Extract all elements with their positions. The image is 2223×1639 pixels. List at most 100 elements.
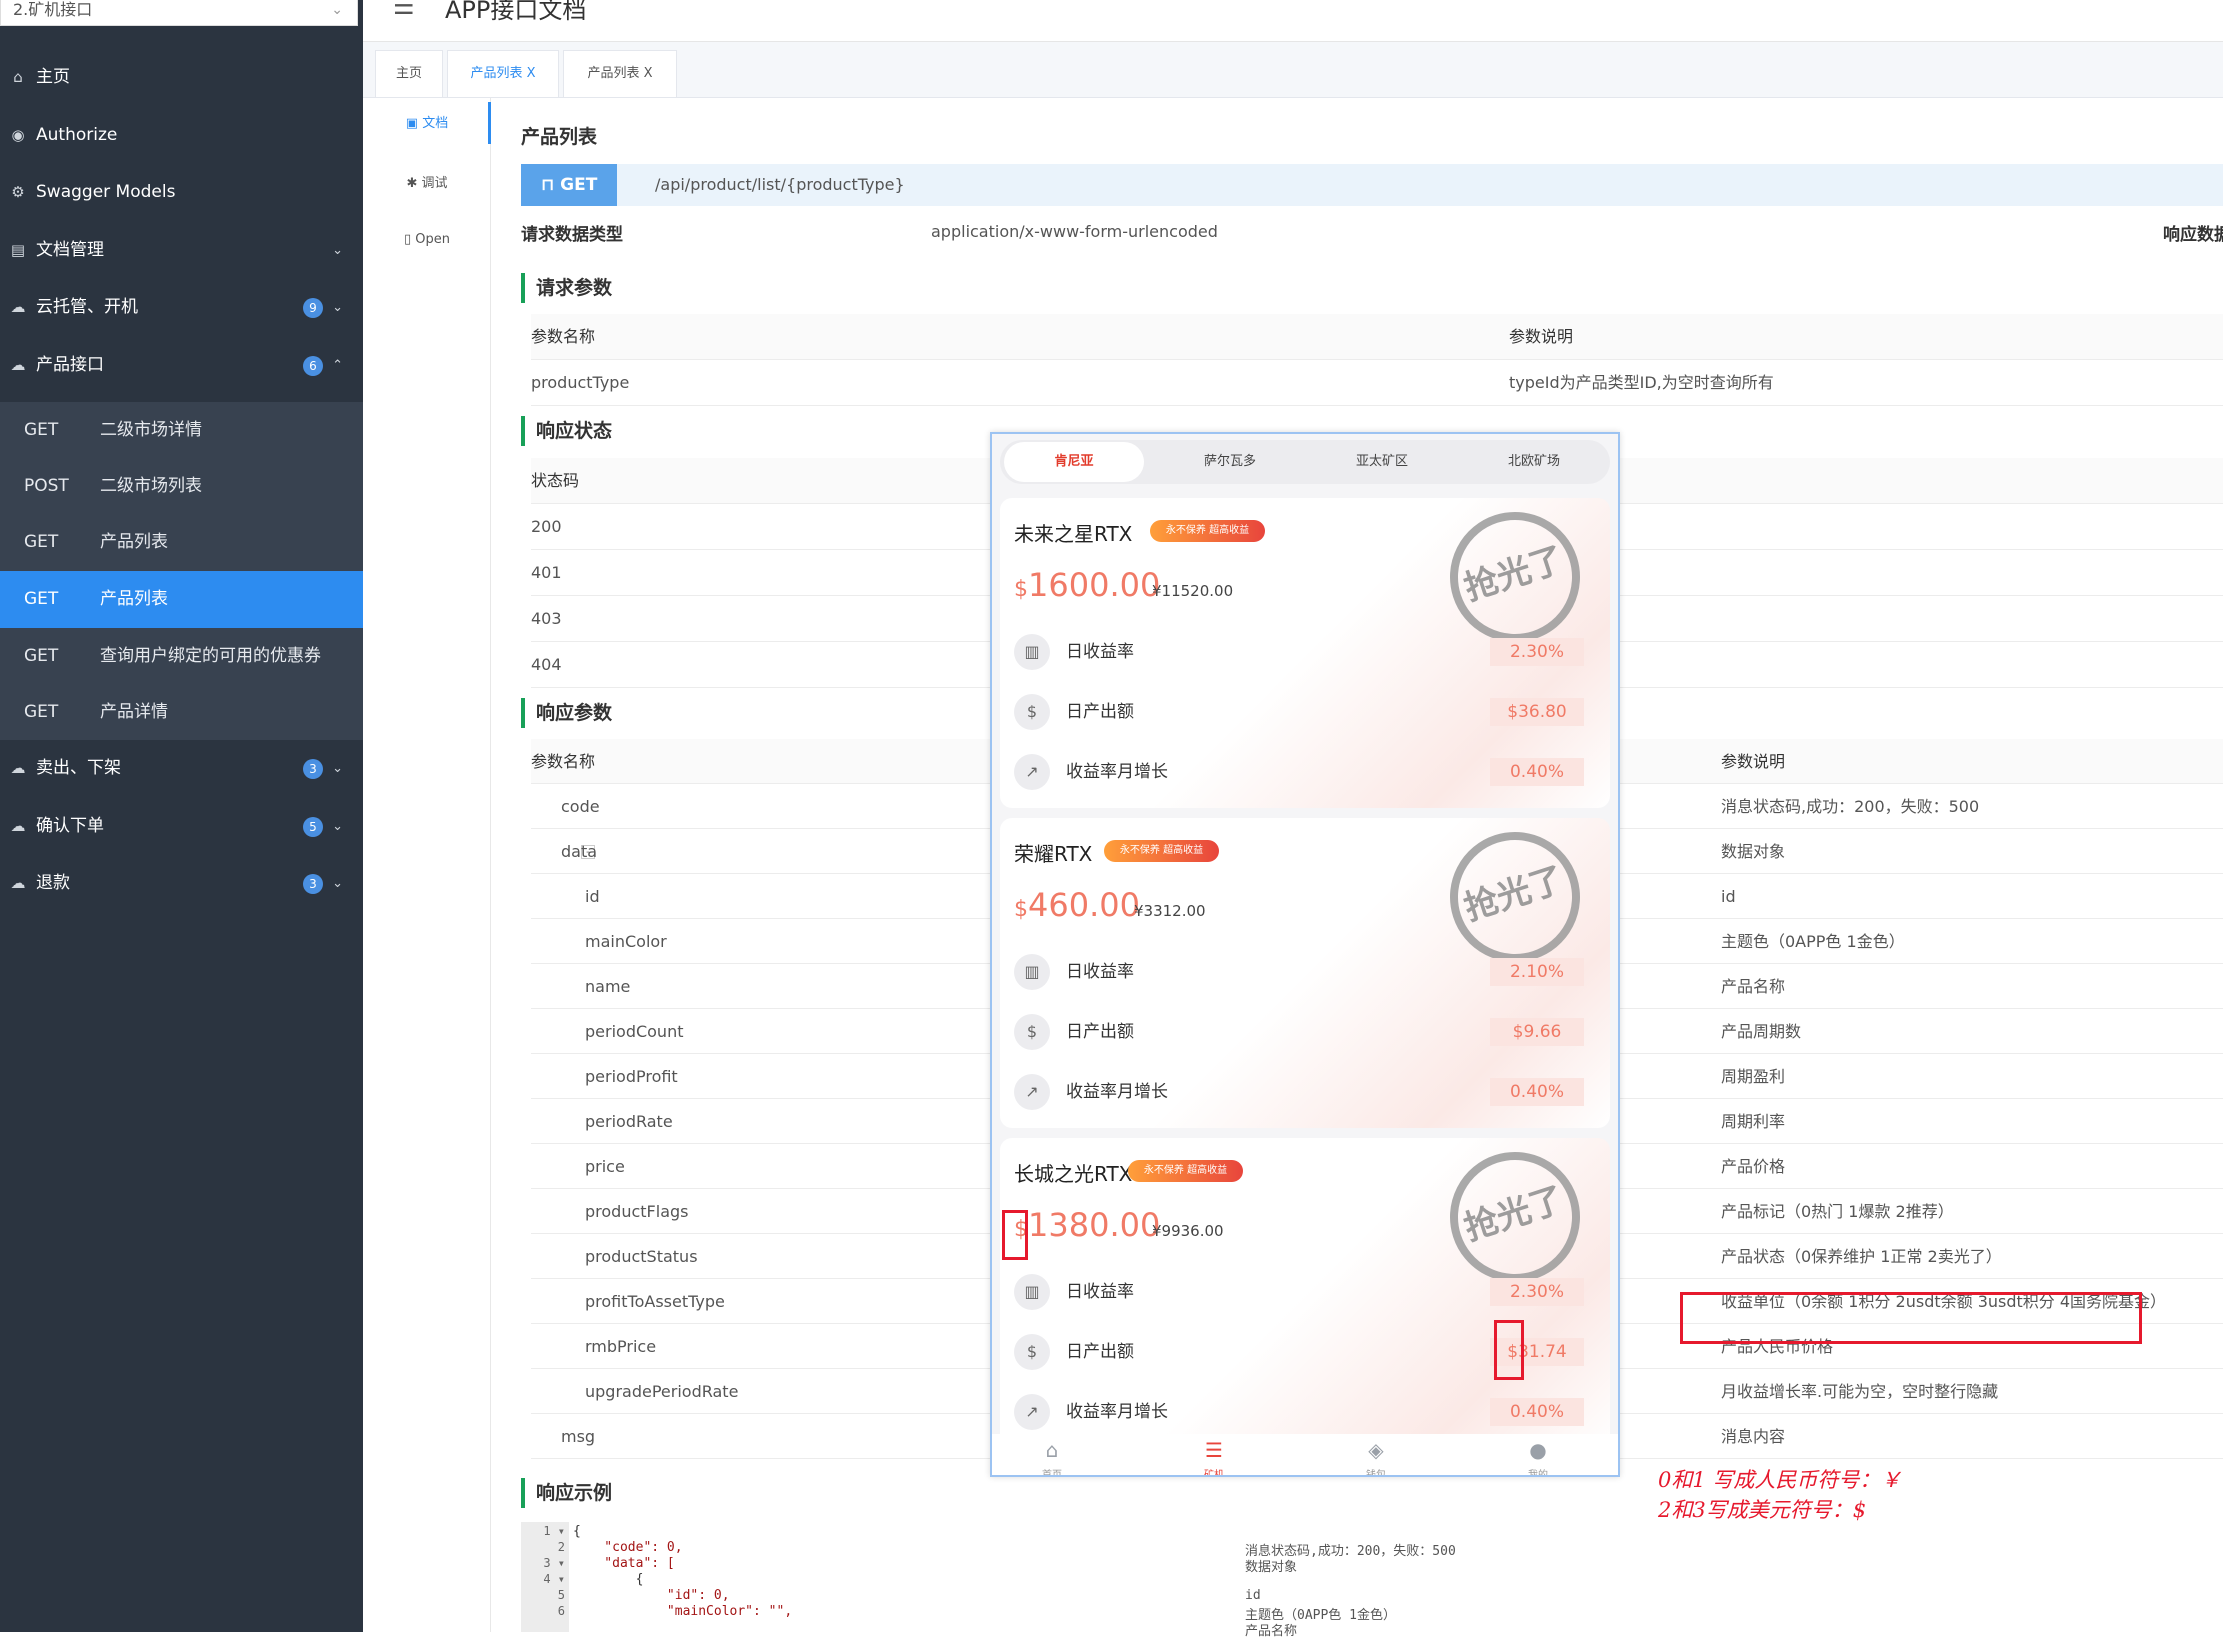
wallet-icon[interactable]: ◈ xyxy=(1364,1438,1388,1464)
stat-label: 日产出额 xyxy=(1066,1342,1134,1362)
sidebar-item-label: 卖出、下架 xyxy=(36,758,121,778)
sidebar-item-cloud-hosting[interactable]: ☁ 云托管、开机 9 ⌄ xyxy=(0,279,363,336)
region-tab[interactable]: 北欧矿场 xyxy=(1464,440,1604,484)
cloud-icon: ☁ xyxy=(10,298,26,316)
product-card[interactable]: 荣耀RTX 永不保养 超高收益 $460.00 ¥3312.00 抢光了 ▥ 日收… xyxy=(1000,815,1610,1128)
status-code: 404 xyxy=(531,655,562,674)
line-number: 5 xyxy=(557,1588,565,1602)
sidebar-item-confirm-order[interactable]: ☁ 确认下单 5 ⌄ xyxy=(0,798,363,855)
doc-side-nav: ▣ 文档 ✱ 调试 ▯ Open xyxy=(363,98,491,1632)
sidebar-item-label: 文档管理 xyxy=(36,240,104,260)
region-tab[interactable]: 萨尔瓦多 xyxy=(1160,440,1300,484)
sidebar-subitem[interactable]: POST 二级市场列表 xyxy=(0,458,363,515)
product-tag: 永不保养 超高收益 xyxy=(1150,520,1265,542)
docnav-open[interactable]: ▯ Open xyxy=(363,232,491,247)
tab-home[interactable]: 主页 xyxy=(375,50,443,98)
param-desc: 产品周期数 xyxy=(1721,1022,1802,1041)
col-header: 状态码 xyxy=(531,471,580,490)
product-card[interactable]: 未来之星RTX 永不保养 超高收益 $1600.00 ¥11520.00 抢光了… xyxy=(1000,495,1610,808)
chevron-down-icon: ⌄ xyxy=(332,876,343,891)
currency-symbol: $ xyxy=(1014,897,1028,922)
sidebar-item-product-api[interactable]: ☁ 产品接口 6 ⌃ xyxy=(0,337,363,394)
http-method: GET xyxy=(24,420,59,440)
close-icon[interactable]: X xyxy=(527,66,536,81)
sidebar-item-label: 确认下单 xyxy=(36,816,104,836)
param-desc: 产品状态（0保养维护 1正常 2卖光了） xyxy=(1721,1247,2002,1266)
sidebar-subitem-label: 产品列表 xyxy=(100,532,168,552)
count-badge: 3 xyxy=(303,874,323,894)
top-header: ☰ APP接口文档 xyxy=(363,0,2223,42)
document-icon: ▤ xyxy=(10,241,26,259)
col-header: 参数说明 xyxy=(1509,327,1574,346)
stat-row: ▥ 日收益率 2.30% xyxy=(1014,628,1598,678)
annotation-box-profit-type xyxy=(1680,1292,2142,1344)
nav-label: 钱包 xyxy=(1366,1470,1386,1477)
param-name: data xyxy=(561,842,598,861)
product-card[interactable]: 长城之光RTX 永不保养 超高收益 $1380.00 ¥9936.00 抢光了 … xyxy=(1000,1135,1610,1448)
menu-icon[interactable]: ☰ xyxy=(393,0,415,20)
stat-value: 2.30% xyxy=(1490,1278,1584,1306)
docnav-debug[interactable]: ✱ 调试 xyxy=(363,172,491,191)
sidebar-subitem[interactable]: GET 产品详情 xyxy=(0,684,363,741)
docnav-label: 调试 xyxy=(421,176,448,191)
rmb-price: ¥9936.00 xyxy=(1152,1222,1224,1240)
param-name: periodCount xyxy=(585,1022,684,1041)
page-title: APP接口文档 xyxy=(445,0,587,24)
stat-row: $ 日产出额 $9.66 xyxy=(1014,1008,1598,1058)
stat-label: 收益率月增长 xyxy=(1066,1402,1168,1422)
sidebar-subitem-label: 产品列表 xyxy=(100,589,168,609)
line-number: 4 ▾ xyxy=(543,1572,565,1586)
sidebar-item-label: 主页 xyxy=(36,67,70,87)
code-line: { xyxy=(573,1572,644,1587)
param-desc: 产品名称 xyxy=(1721,977,1786,996)
method-button[interactable]: ⊓ GET xyxy=(521,164,617,206)
param-desc: typeId为产品类型ID,为空时查询所有 xyxy=(1509,373,1774,392)
docnav-doc[interactable]: ▣ 文档 xyxy=(363,112,491,131)
stat-row: ↗ 收益率月增长 0.40% xyxy=(1014,1068,1598,1118)
docnav-label: 文档 xyxy=(422,116,449,131)
sidebar-subitem[interactable]: GET 查询用户绑定的可用的优惠券 xyxy=(0,628,363,685)
sidebar-item-refund[interactable]: ☁ 退款 3 ⌄ xyxy=(0,855,363,912)
tab-product-list[interactable]: 产品列表 X xyxy=(447,50,559,98)
param-name: productType xyxy=(531,373,630,392)
sidebar-subitem[interactable]: GET 二级市场详情 xyxy=(0,402,363,459)
region-tab-active[interactable]: 肯尼亚 xyxy=(1004,442,1144,482)
rmb-price: ¥11520.00 xyxy=(1152,582,1234,600)
stat-row: ↗ 收益率月增长 0.40% xyxy=(1014,1388,1598,1438)
price-value: 460.00 xyxy=(1028,886,1140,924)
region-tab[interactable]: 亚太矿区 xyxy=(1312,440,1452,484)
project-select-value: 2.矿机接口 xyxy=(13,0,93,19)
line-number: 3 ▾ xyxy=(543,1556,565,1570)
sidebar-item-authorize[interactable]: ◉ Authorize xyxy=(0,107,363,164)
sidebar-item-swagger-models[interactable]: ⚙ Swagger Models xyxy=(0,164,363,221)
sidebar-item-doc-manage[interactable]: ▤ 文档管理 ⌄ xyxy=(0,222,363,279)
sidebar-item-sell[interactable]: ☁ 卖出、下架 3 ⌄ xyxy=(0,740,363,797)
sidebar-subitem-active[interactable]: GET 产品列表 xyxy=(0,571,363,628)
money-bag-icon: $ xyxy=(1014,1014,1050,1050)
sidebar-item-home[interactable]: ⌂ 主页 xyxy=(0,49,363,106)
sidebar-subitem-label: 二级市场列表 xyxy=(100,476,202,496)
server-icon[interactable]: ☰ xyxy=(1202,1438,1226,1464)
count-badge: 3 xyxy=(303,759,323,779)
user-icon[interactable]: ● xyxy=(1526,1438,1550,1464)
section-response-example: 响应示例 xyxy=(521,1478,612,1508)
col-header: 参数名称 xyxy=(531,327,596,346)
code-line: "id": 0, xyxy=(573,1588,730,1603)
price-value: 1600.00 xyxy=(1028,566,1161,604)
trend-icon: ↗ xyxy=(1014,754,1050,790)
unlock-icon: ⊓ xyxy=(540,175,561,195)
code-editor[interactable]: 1 ▾ 2 3 ▾ 4 ▾ 5 6 { "code": 0, "data": [… xyxy=(521,1522,2223,1639)
product-price: $1380.00 xyxy=(1014,1206,1160,1244)
sidebar-item-label: 产品接口 xyxy=(36,355,104,375)
project-select[interactable]: 2.矿机接口 ⌄ xyxy=(0,0,358,26)
close-icon[interactable]: X xyxy=(644,66,653,81)
chevron-down-icon: ⌄ xyxy=(332,761,343,776)
code-comment: 产品名称 xyxy=(1245,1624,1298,1639)
sidebar-subitem[interactable]: GET 产品列表 xyxy=(0,514,363,571)
cloud-icon: ☁ xyxy=(10,356,26,374)
req-type-value: application/x-www-form-urlencoded xyxy=(931,222,1218,241)
endpoint-path: /api/product/list/{productType} xyxy=(655,175,905,194)
param-desc: 产品标记（0热门 1爆款 2推荐） xyxy=(1721,1202,1954,1221)
home-icon[interactable]: ⌂ xyxy=(1040,1438,1064,1464)
tab-product-list[interactable]: 产品列表 X xyxy=(563,50,677,98)
